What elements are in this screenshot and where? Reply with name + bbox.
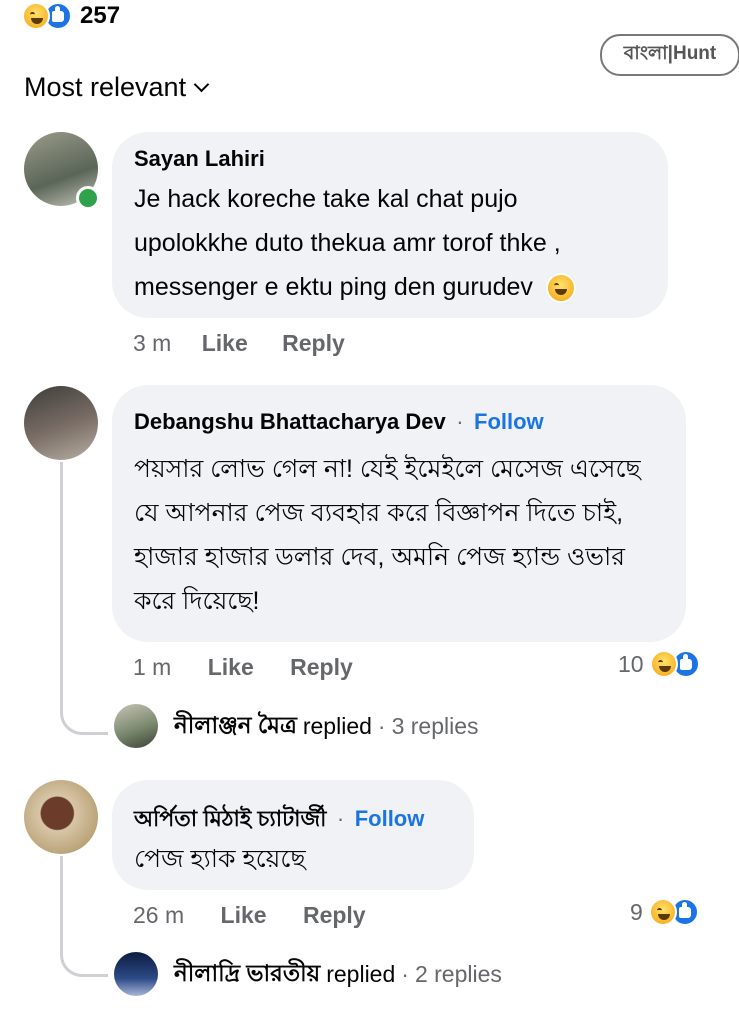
separator: ·	[336, 806, 345, 831]
thread-connector	[60, 700, 108, 735]
replies-count: 3 replies	[391, 712, 479, 739]
reply-button[interactable]: Reply	[290, 654, 353, 680]
reaction-count: 9	[630, 898, 643, 925]
thread-line	[60, 856, 63, 946]
reaction-count: 257	[80, 2, 121, 29]
comment-line: Je hack koreche take kal chat pujo	[134, 185, 518, 213]
comment-header: Debangshu Bhattacharya Dev · Follow	[134, 409, 544, 435]
thread-connector	[60, 942, 108, 977]
comment-author[interactable]: Sayan Lahiri	[134, 146, 265, 172]
comment-line: পয়সার লোভ গেল না! যেই ইমেইলে মেসেজ এসেছ…	[134, 455, 641, 483]
comment-bubble: Sayan Lahiri Je hack koreche take kal ch…	[112, 132, 668, 318]
comment-author[interactable]: অর্পিতা মিঠাই চ্যাটার্জী	[134, 806, 326, 831]
comment-meta: 26 m Like Reply	[133, 902, 366, 929]
follow-button[interactable]: Follow	[474, 409, 544, 434]
comment-time: 3 m	[133, 330, 172, 356]
like-button[interactable]: Like	[202, 330, 248, 356]
thread-line	[60, 462, 63, 702]
avatar	[114, 704, 158, 748]
comment-time: 1 m	[133, 654, 172, 680]
reply-button[interactable]: Reply	[303, 902, 366, 928]
comment-header: অর্পিতা মিঠাই চ্যাটার্জী · Follow	[134, 802, 424, 839]
comment-meta: 1 m Like Reply	[133, 654, 353, 681]
comment-line: messenger e ektu ping den gurudev	[134, 265, 654, 309]
separator: ·	[377, 712, 386, 739]
comment-time: 26 m	[133, 902, 185, 928]
comment-text: পেজ হ্যাক হয়েছে	[134, 837, 306, 881]
replier-name: নীলাঞ্জন মৈত্র	[174, 711, 297, 738]
like-button[interactable]: Like	[221, 902, 267, 928]
replies-count: 2 replies	[414, 960, 502, 987]
replied-label: replied	[302, 712, 372, 739]
comment-line: করে দিয়েছে!	[134, 587, 260, 615]
replies-link[interactable]: নীলাঞ্জন মৈত্র replied · 3 replies	[114, 704, 479, 748]
sort-label: Most relevant	[24, 72, 187, 102]
avatar[interactable]	[24, 780, 98, 854]
comment-text: Je hack koreche take kal chat pujo upolo…	[134, 177, 654, 309]
comment-author[interactable]: Debangshu Bhattacharya Dev	[134, 409, 446, 434]
online-status-icon	[76, 186, 100, 210]
comment-text: পয়সার লোভ গেল না! যেই ইমেইলে মেসেজ এসেছ…	[134, 447, 674, 623]
comment-meta: 3 m Like Reply	[133, 330, 345, 357]
haha-emoji-icon	[649, 650, 678, 678]
reaction-count: 10	[618, 650, 644, 677]
watermark-logo: বাংলা|Hunt	[600, 34, 739, 76]
separator: ·	[401, 960, 409, 987]
replier-name: নীলাদ্রি ভারতীয়	[174, 959, 321, 986]
like-button[interactable]: Like	[208, 654, 254, 680]
comment-line: হাজার হাজার ডলার দেব, অমনি পেজ হ্যান্ড ও…	[134, 543, 626, 571]
comment-line: পেজ হ্যাক হয়েছে	[134, 845, 306, 873]
follow-button[interactable]: Follow	[355, 806, 425, 831]
avatar[interactable]	[24, 386, 98, 460]
haha-emoji-icon	[648, 898, 677, 926]
haha-emoji-icon	[22, 2, 50, 30]
reactions-summary[interactable]: 257	[22, 0, 120, 32]
separator: ·	[456, 409, 464, 434]
comment-bubble: Debangshu Bhattacharya Dev · Follow পয়স…	[112, 385, 686, 642]
replies-link[interactable]: নীলাদ্রি ভারতীয় replied · 2 replies	[114, 952, 502, 996]
comment-reactions[interactable]: 9	[630, 898, 699, 926]
comment-line: যে আপনার পেজ ব্যবহার করে বিজ্ঞাপন দিতে চ…	[134, 499, 624, 527]
tears-of-joy-emoji-icon	[545, 273, 576, 304]
comment-line: upolokkhe duto thekua amr torof thke ,	[134, 229, 561, 257]
comment-reactions[interactable]: 10	[618, 650, 700, 678]
avatar	[114, 952, 158, 996]
sort-dropdown[interactable]: Most relevant	[24, 72, 210, 103]
reply-button[interactable]: Reply	[282, 330, 345, 356]
replied-label: replied	[326, 960, 396, 987]
chevron-down-icon	[193, 76, 210, 93]
comment-bubble: অর্পিতা মিঠাই চ্যাটার্জী · Follow পেজ হ্…	[112, 780, 474, 890]
